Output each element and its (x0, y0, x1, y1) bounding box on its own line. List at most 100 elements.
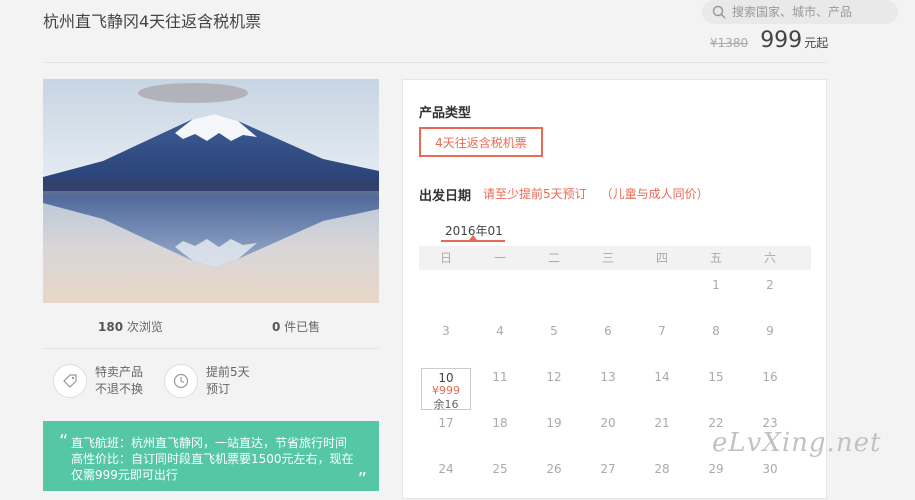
calendar-day-number: 5 (550, 324, 558, 338)
calendar-day[interactable]: 7 (635, 316, 689, 362)
calendar-day-number: 28 (654, 462, 670, 476)
calendar-day-number: 27 (600, 462, 616, 476)
departure-date-label: 出发日期 (419, 189, 472, 204)
tag-icon (53, 364, 87, 398)
departure-date-row: 出发日期 请至少提前5天预订 （儿童与成人同价） (419, 185, 709, 204)
calendar-day-number: 8 (712, 324, 720, 338)
feature-line: 提前5天 (206, 365, 250, 379)
notice-line: 高性价比：自订同时段直飞机票要1500元左右，现在 (71, 452, 354, 466)
views-count: 180 (98, 320, 124, 334)
calendar-day-number: 16 (762, 370, 778, 384)
calendar-day-number: 11 (492, 370, 508, 384)
calendar-day[interactable]: 29 (689, 454, 743, 500)
calendar-day[interactable]: 17 (419, 408, 473, 454)
calendar-day[interactable]: 24 (419, 454, 473, 500)
page-title: 杭州直飞静冈4天往返含税机票 (43, 12, 262, 31)
watermark: eLvXing.net (712, 428, 882, 458)
calendar-day-number: 12 (546, 370, 562, 384)
calendar-grid: 1 2 3 4 5 6 7 8 9 11 12 13 14 15 16 17 18 19 20 21 22 23 24 25 2… (419, 270, 811, 500)
calendar-day[interactable]: 20 (581, 408, 635, 454)
calendar-day[interactable]: 15 (689, 362, 743, 408)
product-photo (43, 79, 379, 303)
calendar-empty (419, 270, 473, 316)
search-input[interactable] (732, 5, 882, 19)
product-type-label: 产品类型 (419, 106, 472, 121)
views-label: 次浏览 (123, 320, 163, 334)
calendar-day-number: 30 (762, 462, 778, 476)
calendar-day-number: 19 (546, 416, 562, 430)
calendar-day[interactable]: 8 (689, 316, 743, 362)
weekday: 一 (493, 251, 506, 265)
calendar-week: 12 (419, 270, 811, 316)
calendar-empty (581, 270, 635, 316)
selected-day-remaining: 余16 (433, 398, 459, 411)
calendar-day-number: 9 (766, 324, 774, 338)
calendar-day[interactable]: 6 (581, 316, 635, 362)
calendar-day[interactable]: 11 (473, 362, 527, 408)
calendar-day[interactable]: 13 (581, 362, 635, 408)
calendar-day[interactable]: 25 (473, 454, 527, 500)
weekday: 六 (763, 251, 776, 265)
calendar-day-number: 25 (492, 462, 508, 476)
feature-special-sale: 特卖产品 不退不换 (53, 364, 143, 398)
calendar-week: 24 25 26 27 28 29 30 (419, 454, 811, 500)
open-quote-icon: “ (59, 431, 69, 452)
stats-divider (43, 348, 379, 349)
calendar-day[interactable]: 14 (635, 362, 689, 408)
feature-line: 预订 (206, 382, 231, 396)
feature-advance-booking: 提前5天 预订 (164, 364, 250, 398)
calendar-day-number: 2 (766, 278, 774, 292)
calendar-empty (473, 270, 527, 316)
product-type-option[interactable]: 4天往返含税机票 (419, 127, 543, 157)
current-price: 999 (760, 28, 803, 53)
weekday: 四 (655, 251, 668, 265)
feature-line: 特卖产品 (95, 365, 144, 379)
calendar-day[interactable]: 4 (473, 316, 527, 362)
calendar-empty (527, 270, 581, 316)
calendar-day[interactable]: 19 (527, 408, 581, 454)
weekday: 二 (547, 251, 560, 265)
calendar-day-selected[interactable]: 10 ¥999 余16 (421, 368, 471, 411)
highlight-notice: “ 直飞航班：杭州直飞静冈，一站直达，节省旅行时间 高性价比：自订同时段直飞机票… (43, 421, 379, 491)
calendar-day[interactable]: 2 (743, 270, 797, 316)
calendar-day[interactable]: 1 (689, 270, 743, 316)
month-underline (441, 240, 505, 242)
calendar-day[interactable]: 3 (419, 316, 473, 362)
clock-icon (164, 364, 198, 398)
calendar-day[interactable]: 21 (635, 408, 689, 454)
advance-hint: 请至少提前5天预订 (483, 187, 587, 201)
calendar-day[interactable]: 5 (527, 316, 581, 362)
header-divider (43, 62, 827, 63)
calendar-week: 11 12 13 14 15 16 (419, 362, 811, 408)
calendar-day[interactable]: 9 (743, 316, 797, 362)
price-unit: 元起 (804, 36, 829, 50)
calendar-day-number: 1 (712, 278, 720, 292)
sold-stat: 0 件已售 (272, 318, 320, 335)
calendar-day-number: 7 (658, 324, 666, 338)
selected-day: 10 (438, 371, 454, 385)
calendar-day[interactable]: 28 (635, 454, 689, 500)
sold-label: 件已售 (280, 320, 321, 334)
search-icon (712, 5, 726, 19)
calendar-day[interactable]: 27 (581, 454, 635, 500)
feature-line: 不退不换 (95, 382, 144, 396)
stats-row: 180 次浏览 0 件已售 (43, 318, 379, 338)
calendar-day[interactable]: 12 (527, 362, 581, 408)
calendar-day-number: 18 (492, 416, 508, 430)
calendar-day-number: 17 (438, 416, 454, 430)
calendar-day[interactable]: 18 (473, 408, 527, 454)
calendar-day[interactable]: 26 (527, 454, 581, 500)
calendar-day-number: 29 (708, 462, 724, 476)
calendar-day-number: 20 (600, 416, 616, 430)
calendar-day-number: 15 (708, 370, 724, 384)
calendar-day-number: 6 (604, 324, 612, 338)
calendar-week: 3 4 5 6 7 8 9 (419, 316, 811, 362)
calendar-day[interactable]: 30 (743, 454, 797, 500)
close-quote-icon: ” (357, 469, 367, 490)
calendar-day-number: 3 (442, 324, 450, 338)
search-box[interactable] (702, 0, 898, 24)
views-stat: 180 次浏览 (98, 318, 163, 335)
weekday: 五 (709, 251, 722, 265)
calendar-day-number: 24 (438, 462, 454, 476)
calendar-day[interactable]: 16 (743, 362, 797, 408)
